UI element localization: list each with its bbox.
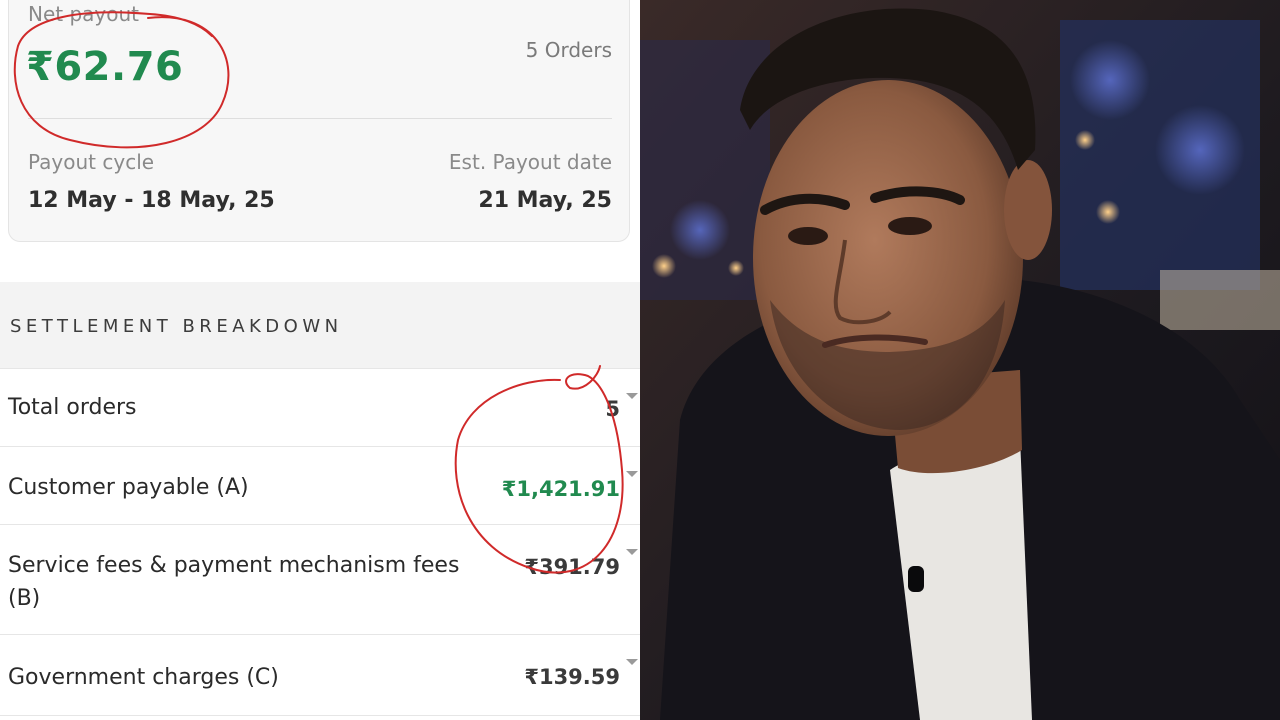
bokeh-light [1096,200,1120,224]
row-label: Customer payable (A) [8,475,249,500]
eye [888,217,932,235]
breakdown-row-total-orders[interactable]: Total orders 5 [0,368,640,447]
row-label: Total orders [8,395,137,420]
payout-date-value: 21 May, 25 [478,188,612,213]
payout-date-label: Est. Payout date [448,150,612,174]
row-value: ₹391.79 [524,555,620,579]
payout-screen: Net payout ₹62.76 5 Orders Payout cycle … [0,0,640,720]
expand-caret-icon[interactable] [626,549,638,555]
breakdown-row-customer-payable[interactable]: Customer payable (A) ₹1,421.91 [0,446,640,525]
expand-caret-icon[interactable] [626,393,638,399]
bokeh-light [1075,130,1095,150]
person-photo [640,0,1280,720]
card-divider [28,118,612,119]
section-title: SETTLEMENT BREAKDOWN [10,316,343,337]
net-payout-amount: ₹62.76 [26,44,184,90]
eye [788,227,828,245]
row-value: ₹1,421.91 [501,477,620,501]
net-payout-label: Net payout [28,2,140,26]
row-label: Service fees & payment mechanism fees (B… [8,553,460,611]
lapel-microphone [908,566,924,592]
bokeh-light [728,260,744,276]
bokeh-light [670,200,730,260]
expand-caret-icon[interactable] [626,471,638,477]
payout-cycle-label: Payout cycle [28,150,155,174]
expand-caret-icon[interactable] [626,659,638,665]
payout-cycle-value: 12 May - 18 May, 25 [28,188,275,213]
breakdown-row-government-charges[interactable]: Government charges (C) ₹139.59 [0,634,640,716]
row-value: 5 [605,397,620,421]
row-label: Government charges (C) [8,665,279,690]
ear [1004,160,1052,260]
orders-count: 5 Orders [525,38,612,62]
bokeh-light [652,254,676,278]
bokeh-light [1155,105,1245,195]
row-value: ₹139.59 [524,665,620,689]
breakdown-row-service-fees[interactable]: Service fees & payment mechanism fees (B… [0,524,640,635]
bokeh-light [1070,40,1150,120]
desk-edge [1160,270,1280,330]
